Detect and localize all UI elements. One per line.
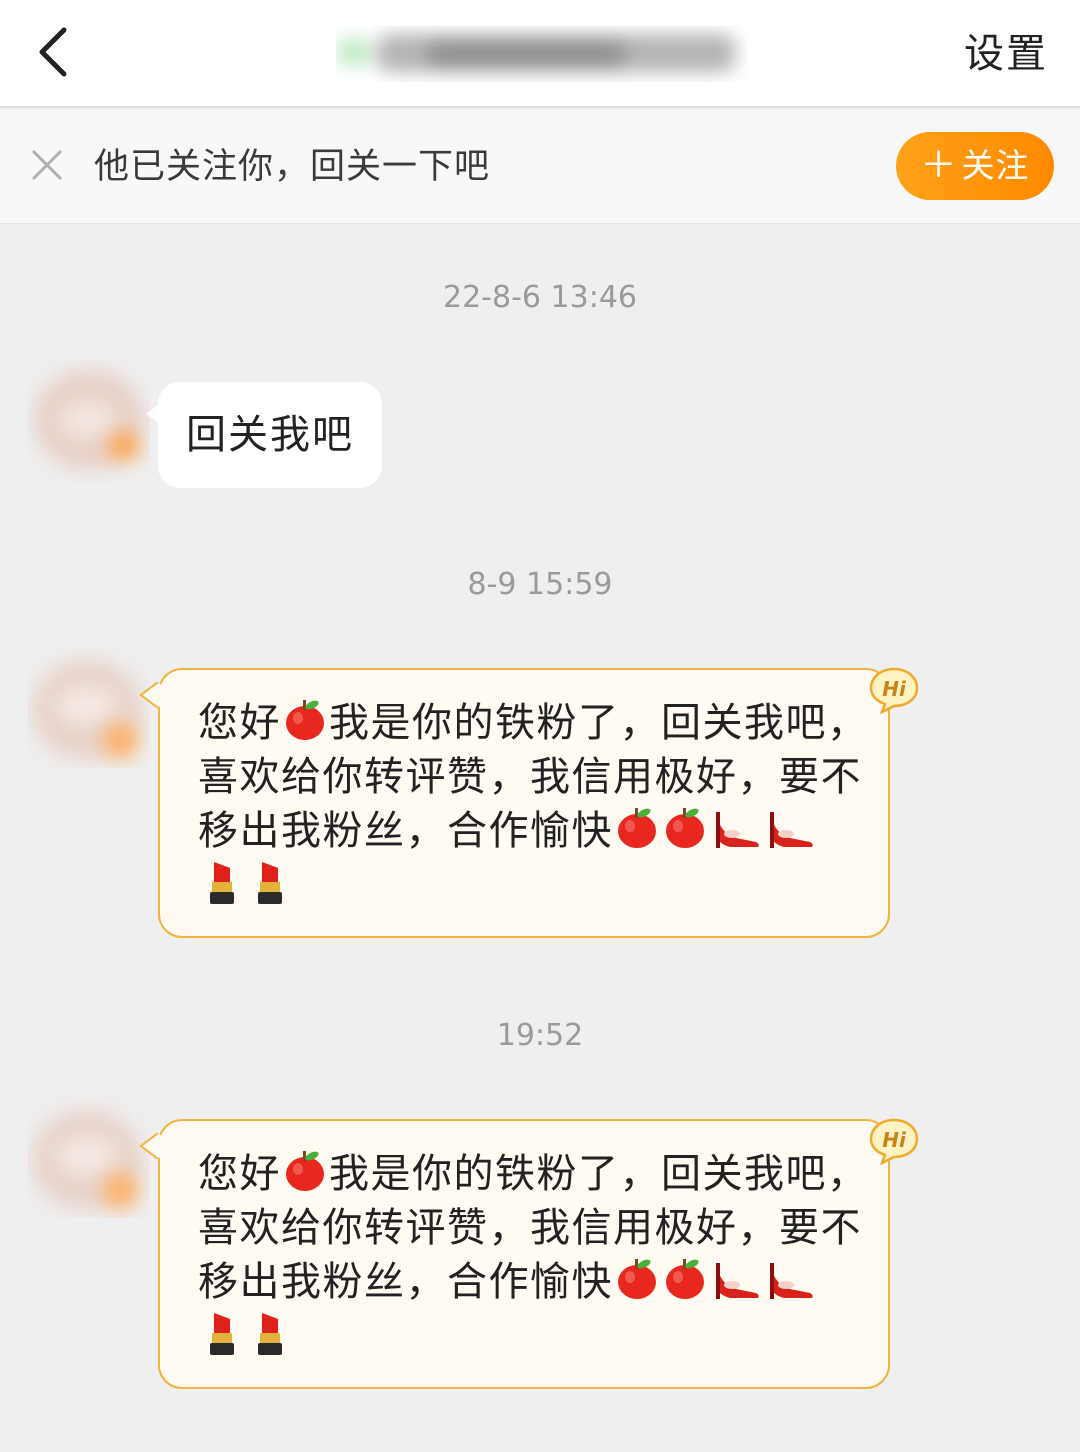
back-arrow-icon[interactable] (28, 22, 84, 86)
message-line: 您好 我是你的铁粉了，回关我吧， (198, 696, 868, 750)
message-bubble[interactable]: 回关我吧 (146, 382, 382, 488)
avatar[interactable] (28, 1096, 150, 1218)
message-timestamp: 19:52 (496, 1018, 584, 1053)
svg-text:Hi: Hi (882, 677, 907, 701)
message-bubble[interactable]: 您好 我是你的铁粉了，回关我吧， 喜欢给你转评赞，我信用极好，要不 移出我粉丝，合… (139, 668, 890, 938)
close-icon[interactable] (30, 148, 64, 182)
high-heel-emoji (716, 1263, 759, 1299)
apple-emoji (286, 1151, 324, 1191)
avatar[interactable] (28, 360, 150, 482)
apple-emoji (618, 1259, 656, 1299)
message-timestamp: 22-8-6 13:46 (443, 280, 637, 315)
follow-label: 关注 (961, 146, 1030, 185)
message-line: 喜欢给你转评赞，我信用极好，要不 (198, 754, 862, 800)
plus-icon: ＋ (920, 145, 958, 186)
message-timestamp: 8-9 15:59 (467, 567, 613, 602)
message-text: 回关我吧 (186, 412, 354, 458)
lipstick-emoji (258, 1313, 282, 1355)
avatar[interactable] (28, 646, 150, 768)
bubble-tail (146, 404, 160, 424)
apple-emoji (666, 1259, 704, 1299)
follow-button[interactable]: ＋关注 (896, 132, 1054, 200)
message-line: 移出我粉丝，合作愉快 (198, 1255, 868, 1309)
high-heel-emoji (770, 1263, 813, 1299)
hi-badge-icon: Hi (868, 666, 920, 715)
hi-badge-icon: Hi (868, 1117, 920, 1166)
lipstick-emoji (210, 1313, 234, 1355)
follow-back-banner: 他已关注你，回关一下吧 ＋关注 (0, 110, 1080, 224)
message-line: 您好 我是你的铁粉了，回关我吧， (198, 1147, 868, 1201)
message-line (198, 858, 868, 914)
lipstick-emoji (210, 862, 234, 904)
message-line: 喜欢给你转评赞，我信用极好，要不 (198, 1205, 862, 1251)
banner-text: 他已关注你，回关一下吧 (94, 147, 491, 187)
apple-emoji (666, 808, 704, 848)
apple-emoji (618, 808, 656, 848)
page-title (336, 26, 748, 82)
high-heel-emoji (716, 812, 759, 848)
top-bar: 设置 (0, 0, 1080, 108)
apple-emoji (286, 700, 324, 740)
message-line: 移出我粉丝，合作愉快 (198, 804, 868, 858)
settings-button[interactable]: 设置 (964, 26, 1048, 82)
lipstick-emoji (258, 862, 282, 904)
message-line (198, 1309, 868, 1365)
svg-text:Hi: Hi (882, 1128, 907, 1152)
high-heel-emoji (770, 812, 813, 848)
message-bubble[interactable]: 您好 我是你的铁粉了，回关我吧， 喜欢给你转评赞，我信用极好，要不 移出我粉丝，合… (139, 1119, 890, 1389)
